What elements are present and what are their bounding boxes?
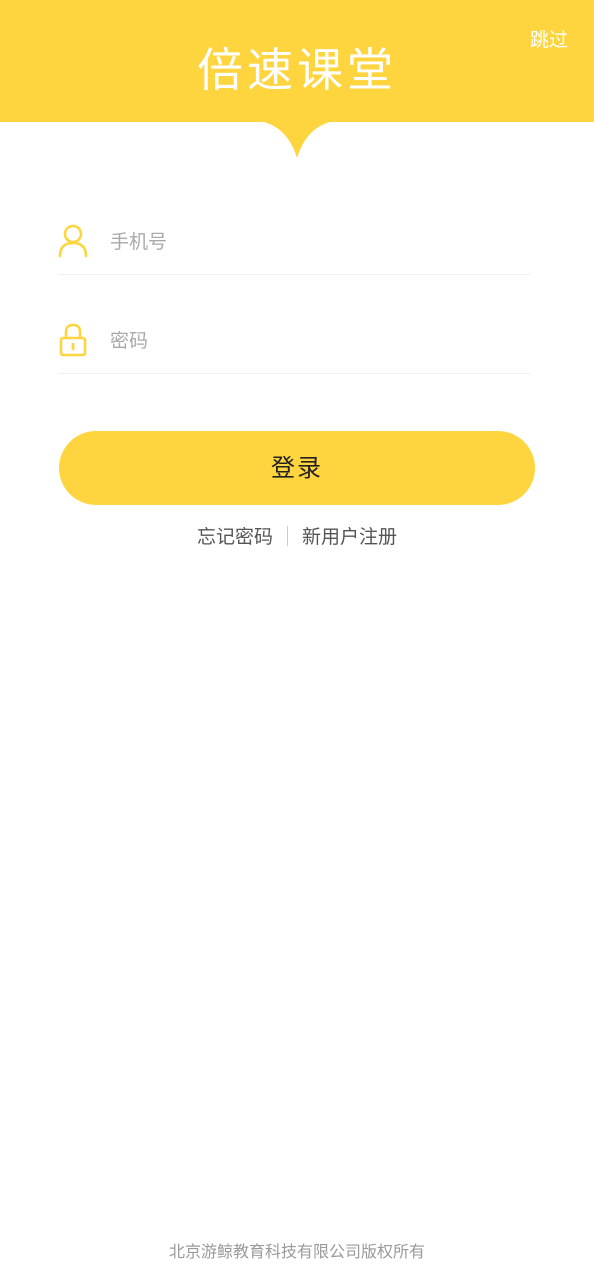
forgot-password-link[interactable]: 忘记密码 bbox=[197, 526, 273, 548]
user-icon bbox=[58, 224, 88, 258]
header-notch-decoration bbox=[0, 120, 594, 158]
links-divider bbox=[287, 525, 288, 546]
skip-button[interactable]: 跳过 bbox=[530, 26, 568, 54]
header-banner: 倍速课堂 跳过 bbox=[0, 0, 594, 122]
register-link[interactable]: 新用户注册 bbox=[302, 526, 397, 548]
phone-input[interactable] bbox=[110, 224, 520, 260]
phone-field bbox=[58, 214, 530, 275]
password-field bbox=[58, 313, 530, 374]
copyright-text: 北京游鲸教育科技有限公司版权所有 bbox=[168, 1242, 425, 1261]
app-title: 倍速课堂 bbox=[197, 43, 397, 97]
lock-icon bbox=[59, 323, 87, 357]
login-button[interactable]: 登录 bbox=[59, 431, 535, 505]
login-screen: 倍速课堂 跳过 登录 忘记密码 新用户注册 北京游鲸教育科技有限公司版权所有 bbox=[0, 0, 594, 1280]
password-input[interactable] bbox=[110, 323, 520, 359]
account-links: 忘记密码 新用户注册 bbox=[0, 522, 594, 552]
